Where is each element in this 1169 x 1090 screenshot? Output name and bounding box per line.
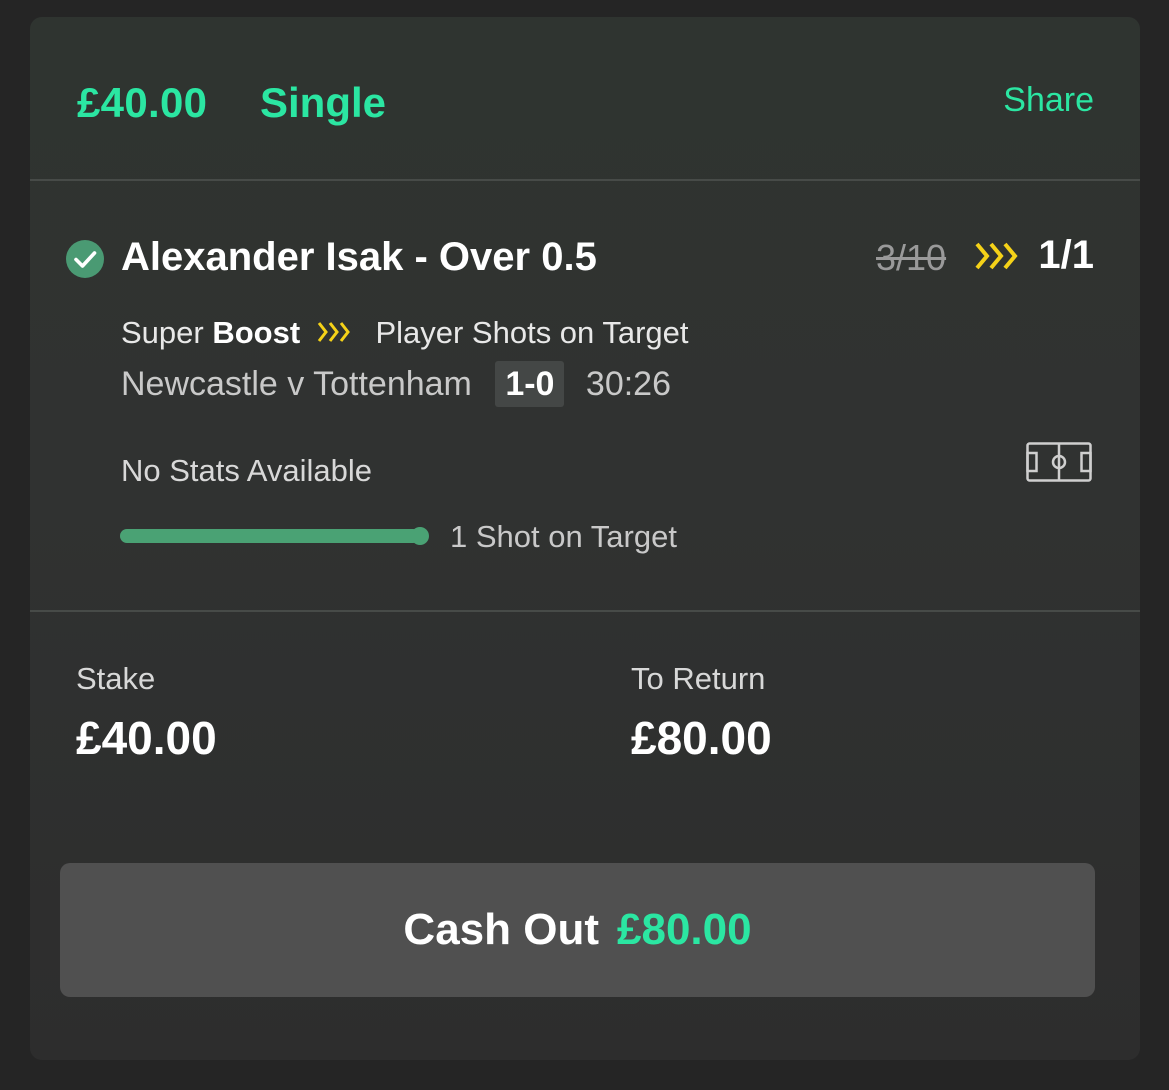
return-label: To Return bbox=[631, 661, 766, 696]
progress-knob bbox=[411, 527, 429, 545]
boost-label: Boost bbox=[212, 315, 301, 350]
header-stake-amount: £40.00 bbox=[77, 79, 208, 126]
pitch-icon[interactable] bbox=[1026, 442, 1092, 482]
cash-out-label: Cash Out bbox=[403, 905, 599, 954]
score-badge: 1-0 bbox=[495, 361, 565, 407]
event-name[interactable]: Newcastle v Tottenham bbox=[121, 365, 472, 403]
original-odds: 3/10 bbox=[876, 237, 947, 278]
stake-label: Stake bbox=[76, 661, 156, 696]
bet-card: £40.00 Single Share Alexander Isak - Ove… bbox=[30, 17, 1140, 1060]
header-divider bbox=[30, 179, 1140, 181]
header-bet-type: Single bbox=[260, 79, 387, 126]
cash-out-button[interactable]: Cash Out £80.00 bbox=[60, 863, 1095, 997]
progress-bar bbox=[120, 527, 429, 545]
share-button[interactable]: Share bbox=[1003, 81, 1094, 120]
boost-arrows-icon bbox=[975, 242, 1018, 270]
market-line: Super Boost Player Shots on Target bbox=[121, 315, 689, 351]
market-name: Player Shots on Target bbox=[375, 315, 689, 350]
stake-value: £40.00 bbox=[76, 712, 217, 764]
progress-fill bbox=[120, 529, 420, 543]
bet-header: £40.00 Single Share bbox=[30, 17, 1140, 180]
selection-name: Alexander Isak - Over 0.5 bbox=[121, 235, 597, 279]
boost-prefix: Super bbox=[121, 315, 204, 350]
summary-divider bbox=[30, 610, 1140, 612]
event-line: Newcastle v Tottenham 1-0 30:26 bbox=[121, 361, 671, 407]
check-circle-icon bbox=[66, 240, 104, 278]
boost-small-arrows-icon bbox=[317, 321, 350, 342]
cash-out-amount: £80.00 bbox=[617, 905, 752, 954]
stats-status: No Stats Available bbox=[121, 453, 373, 488]
boosted-odds: 1/1 bbox=[1038, 233, 1094, 277]
progress-label: 1 Shot on Target bbox=[450, 519, 677, 554]
return-value: £80.00 bbox=[631, 712, 772, 764]
match-clock: 30:26 bbox=[585, 365, 672, 403]
